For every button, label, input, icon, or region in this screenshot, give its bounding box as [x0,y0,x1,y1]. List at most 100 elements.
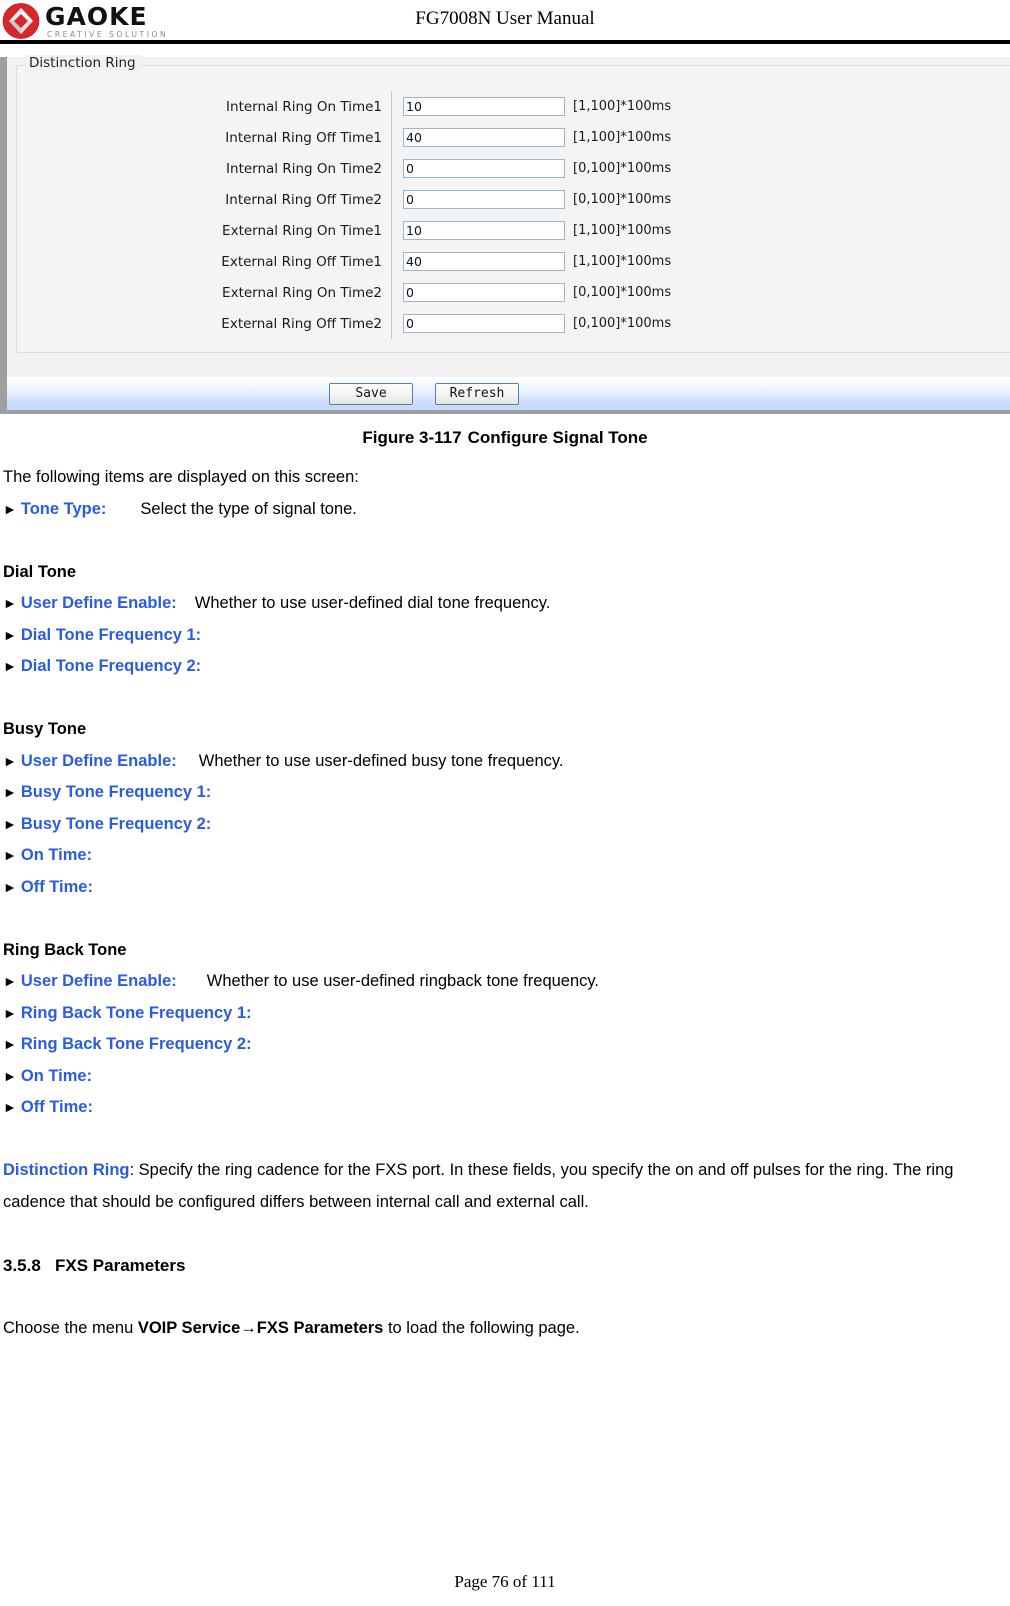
section-number: 3.5.8 [3,1255,41,1275]
heading-busy-tone: Busy Tone [3,720,87,738]
desc-tone-type: Select the type of signal tone. [140,499,357,518]
paragraph-distinction-ring: Distinction Ring: Specify the ring caden… [3,1155,1007,1218]
term-ringback-freq2: Ring Back Tone Frequency 2: [20,1035,252,1053]
term-busy-user-define: User Define Enable: [20,751,177,770]
figure-title: Configure Signal Tone [467,428,648,447]
triangle-right-icon: ► [3,1004,17,1021]
form-row: External Ring On Time1 [1,100]*100ms [17,215,1010,246]
external-ring-on-time2-input[interactable] [403,283,565,302]
field-range-hint: [1,100]*100ms [573,99,672,114]
bullet-busy-freq2: ► Busy Tone Frequency 2: [3,809,1007,841]
desc-busy-user-define: Whether to use user-defined busy tone fr… [198,751,564,770]
internal-ring-on-time2-input[interactable] [403,159,565,178]
bullet-dial-freq2: ► Dial Tone Frequency 2: [3,651,1007,683]
field-label: Internal Ring Off Time2 [225,191,382,208]
triangle-right-icon: ► [3,847,17,863]
field-label: External Ring Off Time2 [221,315,382,332]
field-label: Internal Ring Off Time1 [225,129,382,146]
triangle-right-icon: ► [3,973,17,989]
triangle-right-icon: ► [3,1099,17,1115]
bullet-dial-freq1: ► Dial Tone Frequency 1: [3,620,1007,652]
figure-caption: Figure 3-117 Configure Signal Tone [0,428,1010,448]
term-busy-on-time: On Time: [20,846,93,864]
external-ring-off-time2-input[interactable] [403,314,565,333]
bullet-dial-user-define: ► User Define Enable: Whether to use user-… [3,588,1007,620]
page-number-label: Page 76 of 111 [454,1572,556,1591]
field-range-hint: [0,100]*100ms [573,285,672,300]
triangle-right-icon: ► [3,752,17,769]
heading-ring-back-tone: Ring Back Tone [3,940,127,959]
column-divider [391,184,392,215]
bullet-busy-user-define: ► User Define Enable: Whether to use user-… [3,746,1007,778]
choose-prefix: Choose the menu [3,1318,138,1337]
term-dial-user-define: User Define Enable: [20,594,177,612]
term-ringback-on-time: On Time: [20,1066,93,1085]
external-ring-off-time1-input[interactable] [403,252,565,271]
field-range-hint: [1,100]*100ms [573,130,672,145]
refresh-button[interactable]: Refresh [435,382,519,405]
intro-line: The following items are displayed on thi… [3,468,359,486]
field-range-hint: [0,100]*100ms [573,161,672,176]
term-dial-freq1: Dial Tone Frequency 1: [20,625,202,644]
field-label: External Ring On Time1 [222,222,382,239]
form-row: Internal Ring Off Time2 [0,100]*100ms [17,184,1010,215]
column-divider [391,122,392,153]
body-content: The following items are displayed on thi… [3,462,1007,1344]
field-range-hint: [1,100]*100ms [573,254,672,269]
internal-ring-on-time1-input[interactable] [403,97,565,116]
form-row: External Ring Off Time2 [0,100]*100ms [17,308,1010,339]
document-title: FG7008N User Manual [415,8,595,29]
page-footer: Page 76 of 111 [0,1572,1010,1592]
field-range-hint: [1,100]*100ms [573,223,672,238]
choose-suffix: to load the following page. [383,1318,580,1337]
bullet-ringback-freq2: ► Ring Back Tone Frequency 2: [3,1029,1007,1061]
save-button[interactable]: Save [329,382,413,405]
triangle-right-icon: ► [3,595,17,611]
field-label: Internal Ring On Time1 [226,98,382,115]
triangle-right-icon: ► [3,784,17,800]
fieldset-legend: Distinction Ring [25,55,141,71]
term-ringback-user-define: User Define Enable: [20,972,177,990]
external-ring-on-time1-input[interactable] [403,221,565,240]
bullet-busy-off-time: ► Off Time: [3,872,1007,904]
triangle-right-icon: ► [3,878,17,895]
distinction-ring-form: Internal Ring On Time1 [1,100]*100ms Int… [17,91,1010,339]
field-range-hint: [0,100]*100ms [573,192,672,207]
figure-number: Figure 3-117 [362,428,462,447]
column-divider [391,91,392,122]
column-divider [391,308,392,339]
column-divider [391,246,392,277]
bullet-busy-freq1: ► Busy Tone Frequency 1: [3,777,1007,809]
field-label: External Ring On Time2 [222,284,382,301]
form-row: Internal Ring On Time1 [1,100]*100ms [17,91,1010,122]
triangle-right-icon: ► [3,1067,17,1084]
paragraph-choose-menu: Choose the menu VOIP Service→FXS Paramet… [3,1313,1007,1345]
brand-tagline: CREATIVE SOLUTION [47,29,169,39]
triangle-right-icon: ► [3,658,17,674]
internal-ring-off-time1-input[interactable] [403,128,565,147]
menu-path: VOIP Service→FXS Parameters [137,1318,384,1337]
form-bottom-spacer [16,355,1010,377]
configure-signal-tone-screenshot: Distinction Ring Internal Ring On Time1 … [0,55,1010,414]
form-row: Internal Ring On Time2 [0,100]*100ms [17,153,1010,184]
triangle-right-icon: ► [3,500,17,517]
form-row: External Ring Off Time1 [1,100]*100ms [17,246,1010,277]
term-distinction-ring: Distinction Ring [3,1161,130,1179]
triangle-right-icon: ► [3,626,17,643]
bullet-ringback-user-define: ► User Define Enable: Whether to use user-… [3,966,1007,998]
page-header: GAOKE CREATIVE SOLUTION FG7008N User Man… [0,0,1010,44]
field-label: External Ring Off Time1 [221,253,382,270]
term-ringback-freq1: Ring Back Tone Frequency 1: [20,1003,252,1022]
triangle-right-icon: ► [3,815,17,832]
field-range-hint: [0,100]*100ms [573,316,672,331]
desc-ringback-user-define: Whether to use user-defined ringback ton… [206,972,600,990]
column-divider [391,277,392,308]
bullet-ringback-on-time: ► On Time: [3,1061,1007,1093]
internal-ring-off-time2-input[interactable] [403,190,565,209]
